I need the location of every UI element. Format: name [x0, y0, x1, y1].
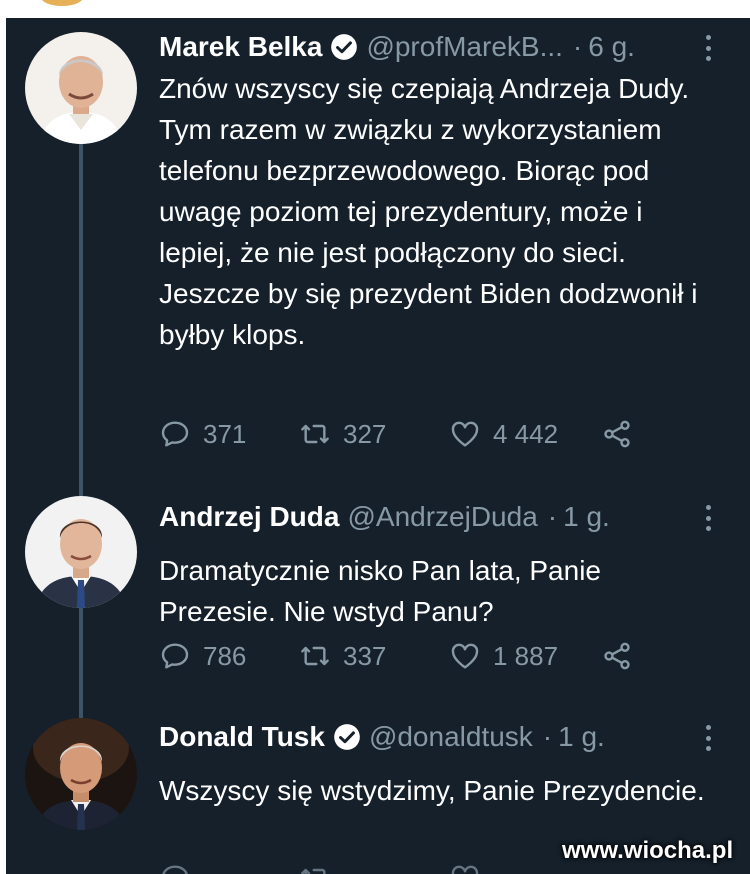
retweet-button[interactable] — [299, 862, 449, 874]
retweet-count: 327 — [343, 418, 387, 449]
avatar-photo — [25, 496, 137, 608]
like-icon — [451, 421, 479, 447]
retweet-button[interactable]: 337 — [299, 640, 449, 672]
separator-dot: · — [542, 721, 553, 752]
more-icon[interactable] — [700, 32, 716, 64]
tweet-header: Donald Tusk @donaldtusk · 1 g. — [159, 718, 605, 756]
share-button[interactable] — [601, 418, 633, 450]
avatar[interactable] — [25, 496, 137, 608]
reply-button[interactable]: 371 — [159, 418, 299, 450]
like-count: 4 442 — [493, 418, 559, 449]
display-name[interactable]: Donald Tusk — [159, 718, 325, 756]
like-count: 1 887 — [493, 640, 559, 671]
tweet-thread: Marek Belka @profMarekB... · 6 g. Znów w… — [6, 18, 750, 874]
like-icon — [451, 865, 479, 874]
tweet-marek-belka[interactable]: Marek Belka @profMarekB... · 6 g. Znów w… — [6, 18, 750, 488]
like-button[interactable]: 4 442 — [449, 418, 601, 450]
reply-button[interactable]: 786 — [159, 640, 299, 672]
tweet-header: Andrzej Duda @AndrzejDuda · 1 g. — [159, 498, 610, 536]
verified-badge-icon — [333, 723, 361, 751]
avatar-photo — [25, 32, 137, 144]
share-icon — [604, 642, 630, 670]
verified-badge-icon — [330, 33, 358, 61]
share-button[interactable] — [601, 640, 633, 672]
top-strip — [0, 0, 750, 18]
tweet-header: Marek Belka @profMarekB... · 6 g. — [159, 28, 635, 66]
user-handle[interactable]: @AndrzejDuda — [347, 498, 537, 536]
avatar[interactable] — [25, 718, 137, 830]
avatar[interactable] — [25, 32, 137, 144]
share-icon — [604, 420, 630, 448]
separator-dot: · — [572, 31, 583, 62]
tweet-text: Wszyscy się wstydzimy, Panie Prezydencie… — [159, 775, 705, 806]
reply-button[interactable] — [159, 862, 299, 874]
user-handle[interactable]: @donaldtusk — [369, 718, 533, 756]
separator-dot: · — [547, 501, 558, 532]
avatar-photo — [25, 718, 137, 830]
user-handle[interactable]: @profMarekB... — [366, 28, 562, 66]
more-icon[interactable] — [700, 502, 716, 534]
like-icon — [451, 643, 479, 669]
reply-icon — [161, 421, 189, 447]
tweet-andrzej-duda[interactable]: Andrzej Duda @AndrzejDuda · 1 g. Dramaty… — [6, 488, 750, 708]
more-icon[interactable] — [700, 722, 716, 754]
timestamp[interactable]: 1 g. — [558, 718, 605, 756]
retweet-icon — [301, 868, 326, 874]
retweet-icon — [301, 424, 329, 444]
tweet-actions: 786 337 1 887 — [159, 636, 719, 676]
display-name[interactable]: Marek Belka — [159, 28, 322, 66]
display-name[interactable]: Andrzej Duda — [159, 498, 339, 536]
reply-icon — [161, 643, 189, 669]
reply-count: 786 — [203, 640, 247, 671]
watermark: www.wiocha.pl — [562, 837, 734, 864]
retweet-button[interactable]: 327 — [299, 418, 449, 450]
tweet-text: Znów wszyscy się czepiają Andrzeja Dudy.… — [159, 73, 698, 350]
reply-icon — [162, 865, 188, 874]
timestamp[interactable]: 6 g. — [588, 28, 635, 66]
like-button[interactable]: 1 887 — [449, 640, 601, 672]
tweet-text: Dramatycznie nisko Pan lata, Panie Preze… — [159, 555, 601, 627]
timestamp[interactable]: 1 g. — [563, 498, 610, 536]
reply-count: 371 — [203, 418, 247, 449]
top-edge-fragment — [40, 0, 84, 6]
retweet-icon — [301, 646, 329, 666]
tweet-actions: 371 327 4 442 — [159, 414, 719, 454]
retweet-count: 337 — [343, 640, 387, 671]
